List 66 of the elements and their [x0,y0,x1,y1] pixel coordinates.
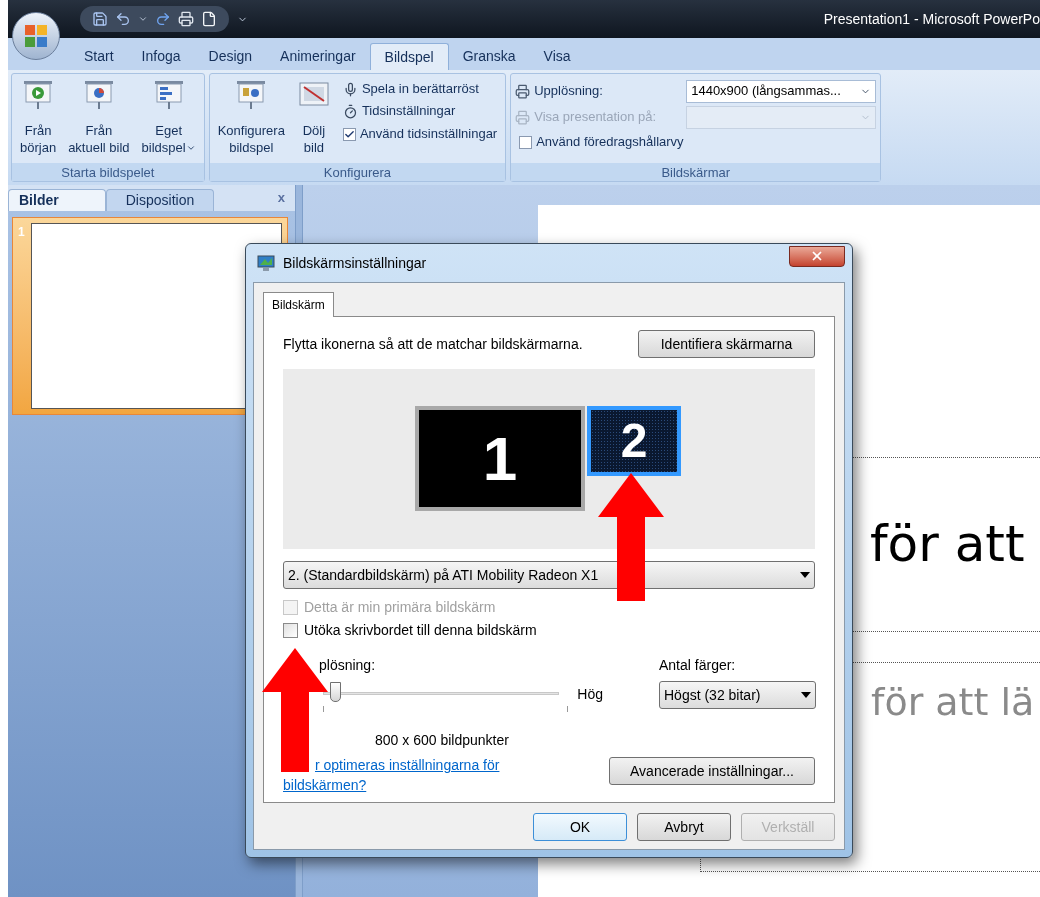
dropdown-field[interactable]: 1440x900 (långsammas... [686,79,877,103]
slider-thumb[interactable] [330,682,341,702]
redo-icon[interactable] [155,11,171,27]
save-icon[interactable] [92,11,108,27]
ribbon-tab[interactable]: Infoga [127,43,195,70]
pane-tab[interactable]: Disposition [106,189,214,211]
resolution-reading: 800 x 600 bildpunkter [375,731,510,750]
slide-subtitle: för att lä [871,679,1036,726]
dialog-button[interactable]: Avbryt [637,813,731,841]
pane-tab[interactable]: Bilder [8,189,106,211]
monitor-number: 1 [482,423,518,495]
ribbon-button[interactable]: Tidsinställningar [338,100,502,122]
monitor-tile[interactable]: 1 [415,406,585,511]
undo-icon[interactable] [115,11,131,27]
display-settings-icon [257,254,275,272]
ribbon-tab[interactable]: Granska [448,43,530,70]
close-pane-button[interactable]: x [277,187,285,207]
ribbon-tab[interactable]: Bildspel [369,43,449,70]
dropdown-field[interactable] [686,105,877,129]
office-logo-icon [24,24,48,48]
slider-end-label: Hög [577,684,603,704]
colors-dropdown[interactable]: Högst (32 bitar) [659,681,816,709]
checkbox-label: Använd föredragshållarvy [536,133,684,152]
checkbox-label: Använd tidsinställningar [359,125,498,144]
ribbon-button[interactable]: Eget bildspel [137,74,200,163]
group-label: Bildskärmar [511,163,881,181]
group-label: Konfigurera [209,163,506,181]
ribbon-button[interactable]: Dölj bild [292,74,335,163]
checkbox-label: Utöka skrivbordet till denna bildskärm [304,621,537,640]
dialog-tab[interactable]: Bildskärm [263,292,334,317]
help-link[interactable]: r optimeras inställningarna för bildskärmen? [283,755,523,795]
print-icon[interactable] [178,11,194,27]
checkbox[interactable] [283,623,298,638]
close-button[interactable] [789,245,845,267]
caret-icon[interactable] [138,14,148,24]
checkbox[interactable] [519,135,533,149]
ribbon-button[interactable]: Från aktuell bild [64,74,134,163]
slide-number: 1 [18,224,25,241]
resolution-label: plösning: [319,656,377,675]
monitor-tile[interactable]: 2 [587,406,681,476]
advanced-settings-button[interactable]: Avancerade inställningar... [609,757,815,785]
slide-title: för att [870,514,1026,574]
colors-label: Antal färger: [659,656,737,675]
close-icon [810,249,824,263]
checkbox-label: Detta är min primära bildskärm [304,598,496,617]
ribbon-tab[interactable]: Start [70,43,128,70]
ribbon-tab[interactable]: Animeringar [266,43,370,70]
monitor-dropdown[interactable]: 2. (Standardbildskärm) på ATI Mobility Radeon X1 [283,561,815,589]
checkbox[interactable] [342,127,356,141]
identify-button[interactable]: Identifiera skärmarna [638,330,815,358]
ribbon-button[interactable]: Konfigurera bildspel [213,74,289,163]
ribbon-tab[interactable]: Design [194,43,267,70]
field-label: Visa presentation på: [534,108,658,127]
field-label: Upplösning: [534,82,604,101]
microphone-icon [342,81,358,97]
caret-icon [800,572,810,578]
new-document-icon[interactable] [201,11,217,27]
caret-icon [801,692,811,698]
ribbon-button[interactable]: Spela in berättarröst [338,78,502,100]
ribbon-button[interactable]: Från början [16,74,61,163]
window-title: Presentation1 - Microsoft PowerPo [823,9,1040,29]
group-label: Starta bildspelet [12,163,204,181]
dialog-button[interactable]: OK [533,813,627,841]
monitor-number: 2 [620,413,648,469]
ribbon-tab[interactable]: Visa [529,43,585,70]
stopwatch-icon [342,103,358,119]
